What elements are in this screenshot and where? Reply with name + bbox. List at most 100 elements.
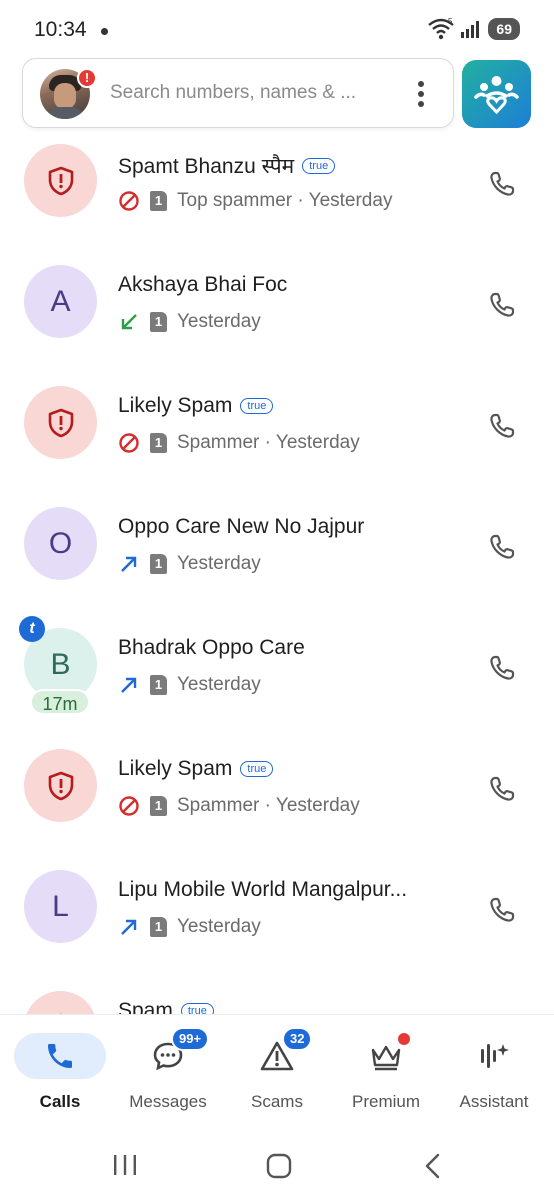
caller-name-text: Lipu Mobile World Mangalpur... bbox=[118, 878, 408, 901]
sim-icon: 1 bbox=[150, 917, 167, 937]
scams-count-badge: 32 bbox=[282, 1027, 313, 1051]
avatar-initial: O bbox=[48, 526, 73, 560]
family-icon bbox=[474, 76, 519, 115]
call-detail-text: Top spammer · Yesterday bbox=[177, 190, 393, 211]
spam-avatar[interactable] bbox=[24, 991, 97, 1014]
family-protection-button[interactable] bbox=[462, 60, 531, 128]
spam-shield-icon bbox=[44, 769, 78, 803]
call-back-button[interactable] bbox=[484, 166, 520, 202]
nav-scams[interactable]: 32 Scams bbox=[222, 1027, 332, 1123]
call-back-button[interactable] bbox=[484, 771, 520, 807]
call-row[interactable]: O Oppo Care New No Jajpur 1 Yesterday bbox=[0, 503, 554, 624]
wifi-icon: 5 bbox=[428, 18, 455, 40]
back-icon[interactable] bbox=[422, 1152, 444, 1180]
nav-premium[interactable]: Premium bbox=[331, 1033, 441, 1123]
caller-name-text: Likely Spam bbox=[118, 757, 233, 780]
spam-avatar[interactable] bbox=[24, 144, 97, 217]
caller-name-text: Bhadrak Oppo Care bbox=[118, 636, 305, 659]
call-meta: 1 Yesterday bbox=[118, 674, 261, 696]
search-bar[interactable]: ! Search numbers, names & ... bbox=[22, 58, 454, 128]
caller-name-text: Spamt Bhanzu स्पैम bbox=[118, 155, 295, 178]
avatar-initial: A bbox=[50, 284, 71, 318]
notification-dot bbox=[101, 28, 108, 35]
premium-notification-dot bbox=[398, 1033, 410, 1045]
call-row[interactable]: B 17m Bhadrak Oppo Care 1 Yesterday bbox=[0, 624, 554, 745]
sim-icon: 1 bbox=[150, 312, 167, 332]
call-detail-text: Yesterday bbox=[177, 311, 261, 332]
blocked-icon bbox=[119, 796, 139, 816]
nav-messages[interactable]: 99+ Messages bbox=[113, 1027, 223, 1123]
blocked-icon bbox=[119, 433, 139, 453]
call-row[interactable]: Spam true bbox=[0, 987, 554, 1014]
signal-icon bbox=[461, 21, 480, 38]
contact-avatar[interactable]: A bbox=[24, 265, 97, 338]
svg-text:5: 5 bbox=[448, 18, 453, 26]
truecaller-verified-badge: true bbox=[180, 1003, 214, 1014]
call-back-button[interactable] bbox=[484, 408, 520, 444]
avatar-initial: L bbox=[52, 889, 69, 923]
phone-icon bbox=[484, 776, 520, 811]
outgoing-call-icon bbox=[121, 919, 137, 935]
caller-name: Likely Spam true bbox=[118, 757, 274, 781]
truecaller-verified-badge: true bbox=[240, 398, 274, 414]
messages-count-badge: 99+ bbox=[171, 1027, 210, 1051]
call-meta: 1 Yesterday bbox=[118, 311, 261, 333]
phone-icon bbox=[484, 655, 520, 690]
call-row[interactable]: L Lipu Mobile World Mangalpur... 1 Yesterda… bbox=[0, 866, 554, 987]
phone-icon bbox=[484, 292, 520, 327]
nav-scams-label: Scams bbox=[251, 1092, 303, 1111]
blocked-icon bbox=[119, 191, 139, 211]
call-detail-text: Yesterday bbox=[177, 674, 261, 695]
call-detail-text: Spammer · Yesterday bbox=[177, 795, 360, 816]
nav-calls[interactable]: Calls bbox=[5, 1033, 115, 1123]
call-back-button[interactable] bbox=[484, 892, 520, 928]
caller-name-text: Likely Spam bbox=[118, 394, 233, 417]
call-row[interactable]: Likely Spam true 1 Spammer · Yesterday bbox=[0, 382, 554, 503]
truecaller-verified-badge: true bbox=[240, 761, 274, 777]
nav-assistant[interactable]: Assistant bbox=[439, 1033, 549, 1123]
call-meta: 1 Spammer · Yesterday bbox=[118, 432, 360, 454]
status-icons: 5 69 bbox=[428, 18, 520, 40]
spam-shield-icon bbox=[44, 406, 78, 440]
contact-avatar[interactable]: L bbox=[24, 870, 97, 943]
search-input[interactable]: Search numbers, names & ... bbox=[110, 82, 356, 104]
status-bar: 10:34 5 69 bbox=[0, 0, 554, 60]
caller-name: Oppo Care New No Jajpur bbox=[118, 515, 364, 539]
call-back-button[interactable] bbox=[484, 650, 520, 686]
caller-name-text: Spam bbox=[118, 999, 173, 1014]
call-history-list[interactable]: Spamt Bhanzu स्पैम true 1 Top spammer · Yes… bbox=[0, 140, 554, 1014]
home-icon[interactable] bbox=[265, 1152, 293, 1180]
spam-avatar[interactable] bbox=[24, 386, 97, 459]
battery-indicator: 69 bbox=[488, 18, 520, 40]
sim-icon: 1 bbox=[150, 433, 167, 453]
nav-calls-highlight bbox=[14, 1033, 106, 1079]
nav-messages-label: Messages bbox=[129, 1092, 207, 1111]
more-options-icon[interactable] bbox=[417, 81, 425, 107]
assistant-icon bbox=[481, 1044, 509, 1068]
call-meta: 1 Spammer · Yesterday bbox=[118, 795, 360, 817]
call-row[interactable]: A Akshaya Bhai Foc 1 Yesterday bbox=[0, 261, 554, 382]
call-detail-text: Yesterday bbox=[177, 553, 261, 574]
caller-name: Spam true bbox=[118, 999, 214, 1014]
spam-avatar[interactable] bbox=[24, 749, 97, 822]
recent-apps-icon[interactable] bbox=[112, 1152, 138, 1178]
caller-name: Lipu Mobile World Mangalpur... bbox=[118, 878, 407, 902]
status-time: 10:34 bbox=[34, 18, 87, 41]
call-meta: 1 Top spammer · Yesterday bbox=[118, 190, 392, 212]
call-back-button[interactable] bbox=[484, 529, 520, 565]
phone-icon bbox=[484, 171, 520, 206]
call-row[interactable]: Spamt Bhanzu स्पैम true 1 Top spammer · Yes… bbox=[0, 140, 554, 261]
caller-name: Bhadrak Oppo Care bbox=[118, 636, 305, 660]
call-detail-text: Spammer · Yesterday bbox=[177, 432, 360, 453]
call-back-button[interactable] bbox=[484, 287, 520, 323]
caller-name-text: Akshaya Bhai Foc bbox=[118, 273, 288, 296]
crown-icon bbox=[371, 1045, 401, 1071]
outgoing-call-icon bbox=[121, 677, 137, 693]
contact-avatar[interactable]: O bbox=[24, 507, 97, 580]
caller-name: Spamt Bhanzu स्पैम true bbox=[118, 152, 336, 180]
sim-icon: 1 bbox=[150, 796, 167, 816]
call-row[interactable]: Likely Spam true 1 Spammer · Yesterday bbox=[0, 745, 554, 866]
outgoing-call-icon bbox=[121, 556, 137, 572]
nav-calls-label: Calls bbox=[39, 1092, 81, 1111]
spam-shield-icon bbox=[44, 164, 78, 198]
